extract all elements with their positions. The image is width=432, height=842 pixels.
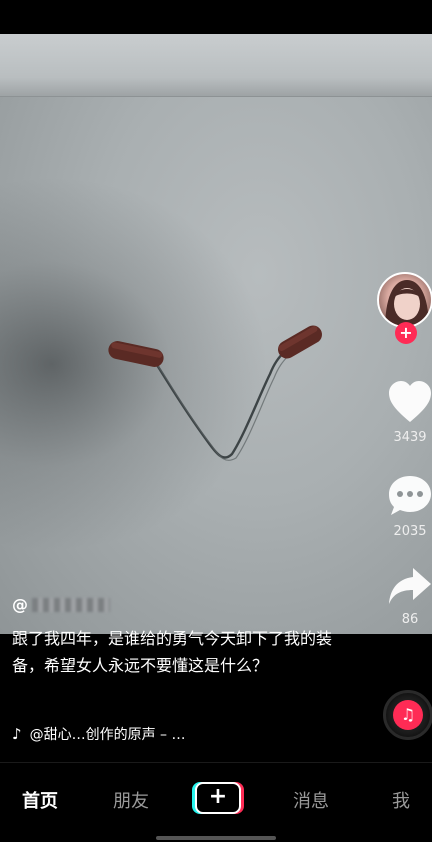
nav-friends[interactable]: 朋友	[113, 787, 149, 813]
music-disc-note: ♫	[393, 700, 423, 730]
like-button[interactable]: 3439	[383, 380, 432, 445]
nav-home[interactable]: 首页	[22, 787, 58, 813]
author-handle-prefix: @	[12, 595, 28, 614]
nav-me[interactable]: 我	[392, 787, 410, 813]
share-icon	[389, 568, 431, 604]
author-avatar-group[interactable]: +	[377, 272, 432, 352]
author-handle[interactable]: @	[12, 595, 110, 614]
music-title: @甜心…创作的原声 – …	[29, 727, 186, 743]
avatar[interactable]	[377, 272, 432, 328]
create-button[interactable]: +	[192, 782, 244, 814]
fabric-fold	[0, 34, 432, 97]
music-disc-icon[interactable]: ♫	[383, 690, 432, 740]
music-note-icon: ♪	[12, 725, 22, 743]
video-frame[interactable]	[0, 34, 432, 634]
share-count: 86	[401, 612, 419, 627]
music-info[interactable]: ♪ @甜心…创作的原声 – …	[12, 724, 185, 744]
bottom-nav: 首页 朋友 + 消息 我	[0, 762, 432, 835]
heart-icon	[389, 381, 431, 422]
like-count: 3439	[393, 430, 427, 445]
home-indicator	[156, 836, 276, 840]
share-button[interactable]: 86	[383, 566, 432, 627]
author-handle-redacted	[32, 597, 110, 612]
video-caption: 跟了我四年，是谁给的勇气今天卸下了我的装备，希望女人永远不要懂这是什么？	[12, 629, 333, 675]
follow-button[interactable]: +	[395, 322, 417, 344]
comment-button[interactable]: 2035	[383, 474, 432, 539]
plus-icon: +	[195, 782, 241, 814]
comment-count: 2035	[393, 524, 427, 539]
video-object	[108, 325, 322, 461]
comment-icon	[389, 476, 431, 515]
nav-messages[interactable]: 消息	[293, 787, 329, 813]
